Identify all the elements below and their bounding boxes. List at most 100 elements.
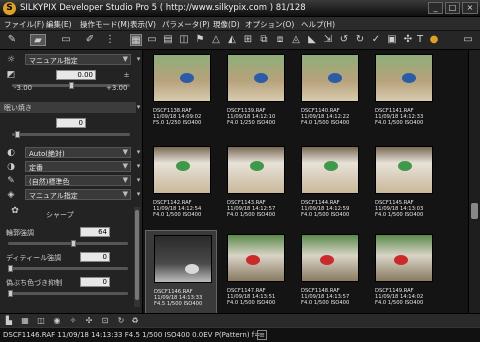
check-icon[interactable]: ✓ <box>370 34 382 46</box>
rotate-icon[interactable]: ↻ <box>116 316 126 326</box>
develop-icon[interactable]: ◣ <box>306 34 318 46</box>
stamp-icon[interactable]: ▣ <box>386 34 398 46</box>
menu-mode[interactable]: 操作モード(M) <box>80 19 130 30</box>
thumbnail-cell[interactable]: DSCF1147.RAF 11/09/18 14:13:51 F4.0 1/500 … <box>219 230 291 313</box>
triangle-down-icon[interactable]: ▾ <box>134 55 143 64</box>
detail-value[interactable]: 0 <box>80 252 110 262</box>
filter-icon[interactable]: ◭ <box>226 34 238 46</box>
falsecolor-slider-thumb[interactable] <box>8 290 13 297</box>
batch-icon[interactable]: ▦ <box>20 316 30 326</box>
loupe-icon[interactable]: ◉ <box>52 316 62 326</box>
thumbnail-image[interactable] <box>301 146 359 194</box>
thumbnail-cell[interactable]: DSCF1144.RAF 11/09/18 14:12:59 F4.0 1/500 … <box>293 142 365 228</box>
triangle-down-icon[interactable]: ▾ <box>134 103 143 112</box>
crop-icon[interactable]: ⊡ <box>100 316 110 326</box>
detail-slider-thumb[interactable] <box>8 265 13 272</box>
grid-scrollbar-thumb[interactable] <box>471 203 478 219</box>
paste-icon[interactable]: ⧈ <box>274 34 286 46</box>
triangle-down-icon[interactable]: ▾ <box>134 190 143 199</box>
panel-scrollbar-thumb[interactable] <box>135 210 139 300</box>
wb-preset-dropdown[interactable]: マニュアル指定 ▼ <box>25 54 131 65</box>
thumbnail-cell[interactable]: DSCF1145.RAF 11/09/18 14:13:03 F4.0 1/500 … <box>367 142 439 228</box>
flag-icon[interactable]: ⚑ <box>194 34 206 46</box>
thumbnail-image[interactable] <box>154 235 212 283</box>
dots-icon[interactable]: ⋮ <box>104 34 116 46</box>
thumbnail-grid-icon[interactable]: ▦ <box>130 34 142 46</box>
falsecolor-slider-track[interactable] <box>8 292 128 295</box>
contrast-slider-track[interactable] <box>12 133 130 136</box>
thumbnail-cell[interactable]: DSCF1149.RAF 11/09/18 14:14:02 F4.0 1/500 … <box>367 230 439 313</box>
wrench-icon[interactable]: ✎ <box>6 34 18 46</box>
outline-slider-track[interactable] <box>8 242 128 245</box>
folder-open-icon[interactable]: ▰ <box>30 34 46 46</box>
outline-slider-thumb[interactable] <box>71 240 77 247</box>
folder-icon[interactable]: ▭ <box>60 34 72 46</box>
triangle-down-icon[interactable]: ▾ <box>134 148 143 157</box>
eraser-icon[interactable]: ✐ <box>84 34 96 46</box>
triangle-icon[interactable]: △ <box>210 34 222 46</box>
rotate-right-icon[interactable]: ↻ <box>354 34 366 46</box>
compare-icon[interactable]: ◫ <box>36 316 46 326</box>
minimize-button[interactable]: _ <box>428 2 443 14</box>
grid-scrollbar[interactable] <box>468 50 480 313</box>
menu-options[interactable]: オプション(O) <box>245 19 294 30</box>
contrast-header[interactable]: 眠い焼き <box>0 102 136 113</box>
thumbnail-cell[interactable]: DSCF1140.RAF 11/09/18 14:12:22 F4.0 1/500 … <box>293 50 365 136</box>
wand-icon[interactable]: ✧ <box>68 316 78 326</box>
exposure-slider-thumb[interactable] <box>68 82 74 89</box>
maximize-button[interactable]: □ <box>445 2 460 14</box>
thumbnail-image[interactable] <box>227 234 285 282</box>
preview-single-icon[interactable]: ▭ <box>146 34 158 46</box>
close-button[interactable]: × <box>462 2 478 14</box>
ev-scale-icon[interactable]: ± <box>122 71 131 80</box>
thumbnail-cell[interactable]: DSCF1143.RAF 11/09/18 14:12:57 F4.0 1/500 … <box>219 142 291 228</box>
detail-slider-track[interactable] <box>8 267 128 270</box>
exposure-value[interactable]: 0.00 <box>56 70 96 80</box>
thumbnail-cell[interactable]: DSCF1142.RAF 11/09/18 14:12:54 F4.0 1/500 … <box>145 142 217 228</box>
thumbnail-cell[interactable]: DSCF1141.RAF 11/09/18 14:12:33 F4.0 1/500 … <box>367 50 439 136</box>
thumbnail-image[interactable] <box>301 54 359 102</box>
thumbnail-image[interactable] <box>301 234 359 282</box>
compare-icon[interactable]: ◫ <box>178 34 190 46</box>
thumbnail-image[interactable] <box>153 54 211 102</box>
thumbnail-image[interactable] <box>375 54 433 102</box>
style-preset-dropdown[interactable]: (自然)標準色 ▼ <box>25 175 131 186</box>
color-preset-dropdown[interactable]: 定番 ▼ <box>25 161 131 172</box>
contrast-slider-thumb[interactable] <box>15 131 21 138</box>
menu-file[interactable]: ファイル(F) <box>4 19 44 30</box>
menu-view[interactable]: 表示(V) <box>130 19 156 30</box>
recycle-icon[interactable]: ♻ <box>130 316 140 326</box>
menu-lines-icon[interactable]: ≡ <box>257 330 267 340</box>
menu-develop[interactable]: 現像(D) <box>213 19 240 30</box>
contrast-value[interactable]: 0 <box>56 118 86 128</box>
badge-icon[interactable]: ● <box>428 34 440 46</box>
thumbnail-image[interactable] <box>153 146 211 194</box>
rotate-left-icon[interactable]: ↺ <box>338 34 350 46</box>
develop-icon[interactable]: ▙ <box>4 316 14 326</box>
thumbnail-image[interactable] <box>227 54 285 102</box>
menu-help[interactable]: ヘルプ(H) <box>301 19 335 30</box>
hammer-icon[interactable]: T <box>414 34 426 46</box>
crop-icon[interactable]: ⊞ <box>242 34 254 46</box>
copy-icon[interactable]: ⧉ <box>258 34 270 46</box>
thumbnail-cell[interactable]: DSCF1138.RAF 11/09/18 14:09:02 F5.0 1/250 … <box>145 50 217 136</box>
thumbnail-image[interactable] <box>375 234 433 282</box>
thumbnail-cell[interactable]: DSCF1139.RAF 11/09/18 14:12:10 F4.0 1/250 … <box>219 50 291 136</box>
thumbnail-cell[interactable]: DSCF1148.RAF 11/09/18 14:13:57 F4.0 1/500 … <box>293 230 365 313</box>
triangle-down-icon[interactable]: ▾ <box>134 162 143 171</box>
monitor-icon[interactable]: ▭ <box>461 34 475 46</box>
tone-preset-dropdown[interactable]: Auto(絶対) ▼ <box>25 147 131 158</box>
sharp-preset-dropdown[interactable]: マニュアル指定 ▼ <box>25 189 131 200</box>
stamp-icon[interactable]: ✣ <box>84 316 94 326</box>
falsecolor-value[interactable]: 0 <box>80 277 110 287</box>
wrench-tool-icon[interactable]: ✣ <box>402 34 414 46</box>
arrow-icon[interactable]: ⇲ <box>322 34 334 46</box>
menu-parameter[interactable]: パラメータ(P) <box>162 19 210 30</box>
thumbnail-cell[interactable]: DSCF1146.RAF 11/09/18 14:13:33 F4.5 1/500 … <box>145 230 217 313</box>
menu-edit[interactable]: 編集(E) <box>46 19 72 30</box>
thumbnail-image[interactable] <box>227 146 285 194</box>
triangle-down-icon[interactable]: ▾ <box>134 176 143 185</box>
outline-value[interactable]: 64 <box>80 227 110 237</box>
thumbnail-image[interactable] <box>375 146 433 194</box>
preview-list-icon[interactable]: ▤ <box>162 34 174 46</box>
